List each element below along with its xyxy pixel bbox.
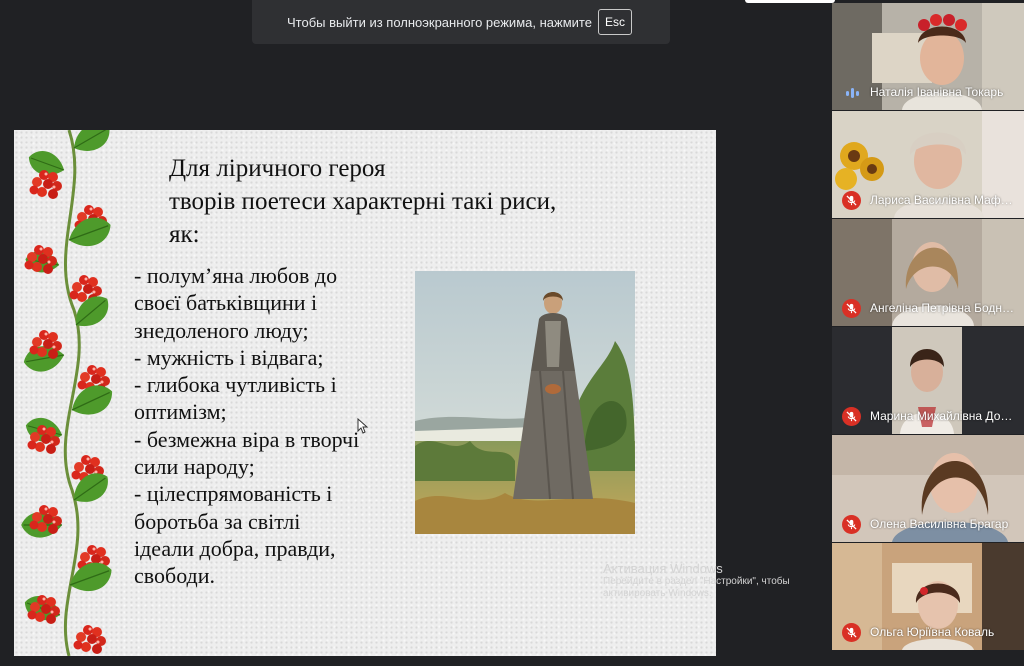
mic-off-icon (842, 407, 861, 426)
participant-tile[interactable]: Ольга Юріївна Коваль (832, 543, 1024, 650)
watermark-line: Перейдите в раздел "Настройки", чтобы (603, 576, 790, 587)
slide-bullet-line: - мужність і відвага; (134, 344, 324, 370)
speaking-indicator-icon (842, 86, 862, 100)
slide-bullet-line: своєї батьківщини і (134, 290, 318, 316)
slide-title-line: творів поетеси характерні такі риси, (169, 188, 557, 215)
participant-tile[interactable]: Лариса Василівна Маф… (832, 111, 1024, 218)
fullscreen-notice-text: Чтобы выйти из полноэкранного режима, на… (287, 14, 592, 30)
slide-title-line: Для ліричного героя (169, 155, 386, 182)
mic-off-icon (842, 299, 861, 318)
viburnum-ornament (20, 130, 119, 656)
slide-bullet-line: ідеали добра, правди, (134, 535, 336, 561)
slide-bullet-line: - глибока чутливість і (134, 372, 337, 398)
participant-name: Лариса Василівна Маф… (870, 193, 1013, 207)
participant-name: Ангеліна Петрівна Бодн… (870, 301, 1014, 315)
portrait-painting (415, 271, 635, 534)
slide-title: Для ліричного героя творів поетеси харак… (169, 152, 669, 251)
slide-bullet-line: знедоленого люду; (134, 317, 309, 343)
participant-name: Олена Василівна Брагар (870, 517, 1009, 531)
top-edge-indicator (745, 0, 835, 3)
fullscreen-exit-notice: Чтобы выйти из полноэкранного режима, на… (252, 0, 670, 44)
slide-bullet-line: - полум’яна любов до (134, 263, 338, 288)
slide-title-line: як: (169, 221, 200, 248)
participant-name: Ольга Юріївна Коваль (870, 625, 995, 639)
mic-off-icon (842, 191, 861, 210)
participant-name: Марина Михайлівна До… (870, 409, 1013, 423)
mouse-cursor-icon (357, 418, 369, 434)
esc-key-hint: Esc (597, 9, 632, 35)
participant-tile[interactable]: Олена Василівна Брагар (832, 435, 1024, 542)
slide-bullet-line: оптимізм; (134, 399, 227, 425)
slide-bullet-line: - цілеспрямованість і (134, 481, 333, 507)
watermark-line: активировать Windows. (603, 588, 712, 599)
watermark-title: Активация Windows (603, 561, 723, 576)
slide-bullet-line: - безмежна віра в творчі (134, 426, 360, 452)
participant-tile[interactable]: Ангеліна Петрівна Бодн… (832, 219, 1024, 326)
mic-off-icon (842, 623, 861, 642)
slide-bullet-list: - полум’яна любов до своєї батьківщини і… (134, 262, 424, 590)
participant-name: Наталія Іванівна Токарь (870, 85, 1004, 99)
slide-bullet-line: свободи. (134, 563, 216, 589)
participant-tile[interactable]: Наталія Іванівна Токарь (832, 3, 1024, 110)
participant-tile[interactable]: Марина Михайлівна До… (832, 327, 1024, 434)
windows-activation-watermark: Активация Windows Перейдите в раздел "На… (603, 562, 790, 600)
slide-bullet-line: сили народу; (134, 454, 255, 480)
mic-off-icon (842, 515, 861, 534)
slide-bullet-line: боротьба за світлі (134, 508, 301, 534)
